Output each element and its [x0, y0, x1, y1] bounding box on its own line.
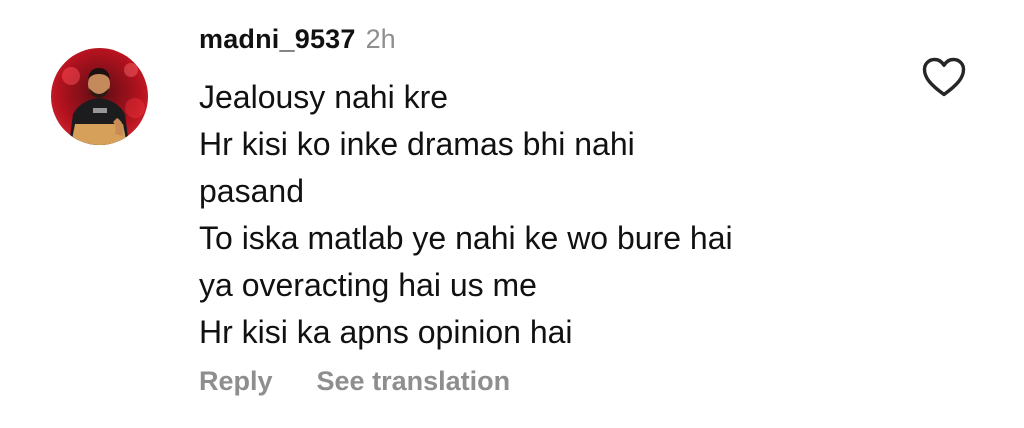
comment-line: Hr kisi ka apns opinion hai — [199, 314, 573, 350]
comment-timestamp: 2h — [365, 24, 396, 54]
see-translation-button[interactable]: See translation — [317, 366, 511, 397]
comment-line: Hr kisi ko inke dramas bhi nahi — [199, 126, 635, 162]
comment-line: To iska matlab ye nahi ke wo bure hai — [199, 220, 733, 256]
comment-line: ya overacting hai us me — [199, 267, 537, 303]
heart-outline-icon — [922, 57, 966, 97]
comment-line: Jealousy nahi kre — [199, 79, 449, 115]
reply-button[interactable]: Reply — [199, 366, 273, 397]
like-button[interactable] — [921, 56, 967, 98]
comment-actions: Reply See translation — [199, 366, 510, 397]
comment-line: pasand — [199, 173, 304, 209]
comment-header: madni_9537 2h — [199, 24, 396, 64]
username-link[interactable]: madni_9537 — [199, 24, 356, 55]
comment-item: madni_9537 2h Jealousy nahi kre Hr kisi … — [0, 0, 1024, 428]
avatar-photo — [51, 48, 148, 145]
avatar[interactable] — [51, 48, 148, 145]
comment-text: Jealousy nahi kre Hr kisi ko inke dramas… — [199, 74, 879, 356]
